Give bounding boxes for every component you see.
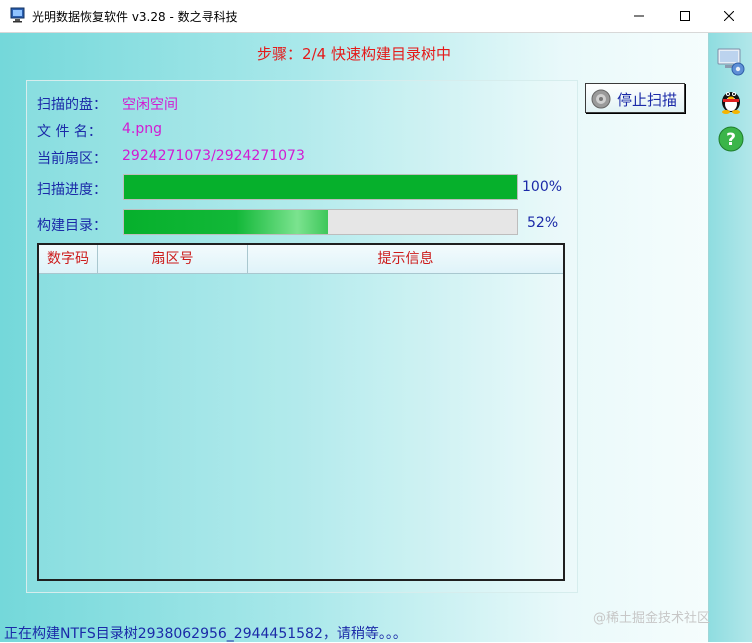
stop-scan-button[interactable]: 停止扫描: [585, 83, 685, 113]
watermark: @稀土掘金技术社区: [593, 611, 711, 626]
scan-progress-bar: [123, 174, 518, 200]
title-bar: 光明数据恢复软件 v3.28 - 数之寻科技: [0, 0, 752, 33]
scan-progress-label: 扫描进度：: [37, 182, 107, 198]
svg-text:?: ?: [726, 130, 736, 150]
client-area: 步骤：2/4 快速构建目录树中 扫描的盘： 空闲空间 文 件 名： 4.png …: [0, 33, 752, 642]
close-button[interactable]: [706, 0, 752, 32]
current-sector-label: 当前扇区：: [37, 151, 107, 167]
app-monitor-icon: [10, 7, 25, 23]
help-icon[interactable]: ?: [715, 123, 747, 155]
step-indicator: 步骤：2/4 快速构建目录树中: [257, 45, 451, 63]
file-name-value: 4.png: [122, 121, 163, 137]
result-table[interactable]: 数字码 扇区号 提示信息: [37, 243, 565, 581]
status-bar-text: 正在构建NTFS目录树2938062956_2944451582，请稍等。。。: [4, 626, 407, 642]
minimize-button[interactable]: [616, 0, 662, 32]
window-title: 光明数据恢复软件 v3.28 - 数之寻科技: [32, 10, 238, 24]
column-header-code[interactable]: 数字码: [39, 245, 98, 273]
close-icon: [724, 11, 734, 21]
build-directory-fill: [124, 210, 329, 234]
side-toolbar: ?: [708, 33, 752, 642]
file-name-label: 文 件 名：: [37, 124, 102, 140]
disk-label: 扫描的盘：: [37, 97, 107, 113]
build-directory-label: 构建目录：: [37, 218, 107, 234]
disc-icon: [591, 89, 611, 109]
stop-scan-label: 停止扫描: [617, 91, 678, 109]
maximize-icon: [680, 11, 690, 21]
maximize-button[interactable]: [662, 0, 708, 32]
build-directory-percent: 52%: [527, 215, 559, 231]
column-header-sector[interactable]: 扇区号: [98, 245, 248, 273]
table-header: 数字码 扇区号 提示信息: [39, 245, 563, 274]
disk-value: 空闲空间: [122, 97, 178, 113]
current-sector-value: 2924271073/2924271073: [122, 148, 305, 164]
column-header-message[interactable]: 提示信息: [248, 245, 563, 273]
minimize-icon: [634, 15, 644, 17]
scan-panel: 扫描的盘： 空闲空间 文 件 名： 4.png 当前扇区： 2924271073…: [26, 80, 578, 593]
scan-progress-fill: [124, 175, 517, 199]
qq-penguin-icon[interactable]: [715, 83, 747, 115]
computer-settings-icon[interactable]: [715, 45, 747, 77]
build-directory-bar: [123, 209, 518, 235]
scan-progress-percent: 100%: [522, 179, 563, 195]
